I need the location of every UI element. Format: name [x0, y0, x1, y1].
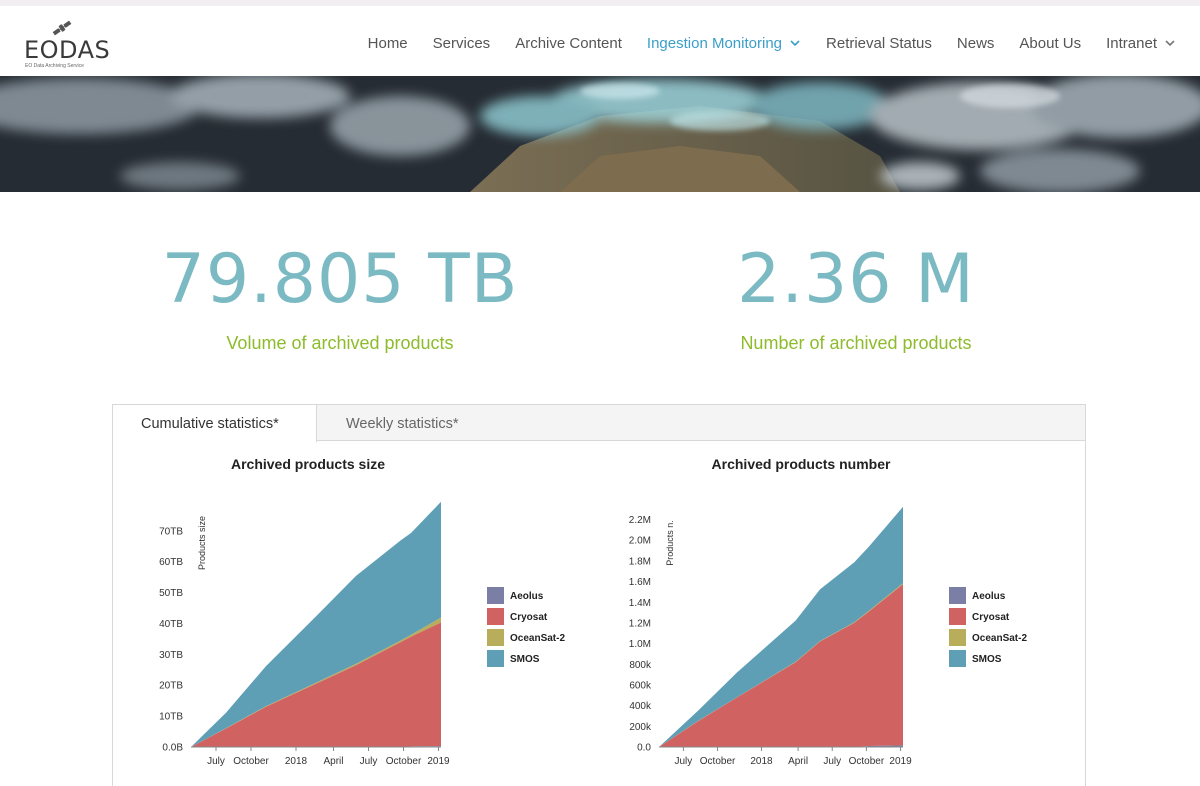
- stat-number-label: Number of archived products: [740, 333, 972, 353]
- logo-wordmark: EODAS: [24, 36, 111, 64]
- y-tick-label: 2.0M: [629, 536, 651, 547]
- legend-label[interactable]: Aeolus: [510, 591, 544, 602]
- x-tick-label: October: [386, 756, 422, 767]
- statistics-panel: Cumulative statistics* Weekly statistics…: [112, 404, 1086, 786]
- y-tick-label: 40TB: [159, 619, 183, 630]
- y-tick-label: 1.2M: [629, 618, 651, 629]
- nav-services[interactable]: Services: [433, 35, 491, 52]
- legend-swatch: [487, 629, 504, 646]
- satellite-banner-image: [0, 76, 1200, 192]
- eodas-logo[interactable]: EODAS EO Data Archiving Service: [22, 16, 112, 72]
- legend-label[interactable]: SMOS: [510, 654, 540, 665]
- chart-size-svg: Archived products size Products size 0.0B 1…: [159, 456, 565, 767]
- y-tick-label: 10TB: [159, 712, 183, 723]
- y-tick-label: 1.8M: [629, 556, 651, 567]
- y-tick-label: 2.2M: [629, 515, 651, 526]
- y-axis-label: Products n.: [665, 520, 675, 566]
- stat-volume: 79.805 TB Volume of archived products: [140, 240, 540, 354]
- y-tick-label: 60TB: [159, 557, 183, 568]
- x-tick-label: July: [207, 756, 225, 767]
- legend-swatch: [949, 650, 966, 667]
- y-tick-label: 0.0: [637, 743, 651, 754]
- x-tick-label: April: [323, 756, 343, 767]
- stat-volume-label: Volume of archived products: [226, 333, 454, 353]
- y-tick-label: 800k: [629, 660, 652, 671]
- legend-swatch: [487, 650, 504, 667]
- stat-volume-value: 79.805 TB: [161, 240, 519, 319]
- statistics-tabs: Cumulative statistics* Weekly statistics…: [113, 405, 1085, 442]
- y-tick-label: 1.6M: [629, 577, 651, 588]
- y-tick-label: 600k: [629, 680, 652, 691]
- nav-home[interactable]: Home: [368, 35, 408, 52]
- legend-swatch: [487, 608, 504, 625]
- x-tick-label: 2019: [427, 756, 450, 767]
- x-tick-label: October: [233, 756, 269, 767]
- chevron-down-icon: [790, 40, 800, 47]
- logo-tagline: EO Data Archiving Service: [25, 63, 84, 69]
- x-tick-label: July: [360, 756, 378, 767]
- stat-number-value: 2.36 M: [737, 240, 975, 319]
- y-axis-label: Products size: [197, 516, 207, 570]
- y-tick-label: 200k: [629, 722, 652, 733]
- legend-label[interactable]: OceanSat-2: [510, 633, 565, 644]
- chart-title: Archived products size: [231, 456, 385, 472]
- chart-number-svg: Archived products number Products n. 0.0 20…: [629, 456, 1028, 767]
- stat-number: 2.36 M Number of archived products: [656, 240, 1056, 354]
- x-tick-label: October: [700, 756, 736, 767]
- y-tick-label: 30TB: [159, 650, 183, 661]
- x-tick-label: October: [849, 756, 885, 767]
- legend-label[interactable]: Cryosat: [972, 612, 1010, 623]
- nav-news[interactable]: News: [957, 35, 995, 52]
- nav-archive-content[interactable]: Archive Content: [515, 35, 622, 52]
- x-tick-label: July: [823, 756, 841, 767]
- y-tick-label: 50TB: [159, 588, 183, 599]
- legend-label[interactable]: Cryosat: [510, 612, 548, 623]
- y-tick-label: 1.0M: [629, 639, 651, 650]
- legend-swatch: [949, 629, 966, 646]
- legend-swatch: [949, 587, 966, 604]
- nav-ingestion-monitoring[interactable]: Ingestion Monitoring: [647, 35, 801, 52]
- x-tick-label: 2019: [889, 756, 912, 767]
- satellite-icon: [52, 20, 72, 36]
- main-nav: Home Services Archive Content Ingestion …: [343, 12, 1176, 74]
- chart-archived-products-number: Archived products number Products n. 0.0 20…: [613, 451, 1083, 786]
- nav-retrieval-status[interactable]: Retrieval Status: [826, 35, 932, 52]
- x-tick-label: July: [675, 756, 693, 767]
- legend-label[interactable]: OceanSat-2: [972, 633, 1027, 644]
- x-tick-label: 2018: [750, 756, 773, 767]
- legend-swatch: [949, 608, 966, 625]
- y-tick-label: 70TB: [159, 526, 183, 537]
- legend-label[interactable]: Aeolus: [972, 591, 1006, 602]
- site-header: EODAS EO Data Archiving Service Home Ser…: [0, 0, 1200, 76]
- y-tick-label: 1.4M: [629, 598, 651, 609]
- y-tick-label: 20TB: [159, 681, 183, 692]
- nav-intranet[interactable]: Intranet: [1106, 35, 1176, 52]
- tab-weekly-statistics[interactable]: Weekly statistics*: [318, 405, 487, 442]
- x-tick-label: 2018: [285, 756, 308, 767]
- tab-cumulative-statistics[interactable]: Cumulative statistics*: [113, 405, 317, 442]
- legend-swatch: [487, 587, 504, 604]
- nav-about-us[interactable]: About Us: [1019, 35, 1081, 52]
- chart-archived-products-size: Archived products size Products size 0.0B 1…: [133, 451, 603, 786]
- chevron-down-icon: [1165, 40, 1175, 47]
- y-tick-label: 0.0B: [162, 743, 183, 754]
- legend-label[interactable]: SMOS: [972, 654, 1002, 665]
- x-tick-label: April: [788, 756, 808, 767]
- chart-title: Archived products number: [712, 456, 891, 472]
- y-tick-label: 400k: [629, 701, 652, 712]
